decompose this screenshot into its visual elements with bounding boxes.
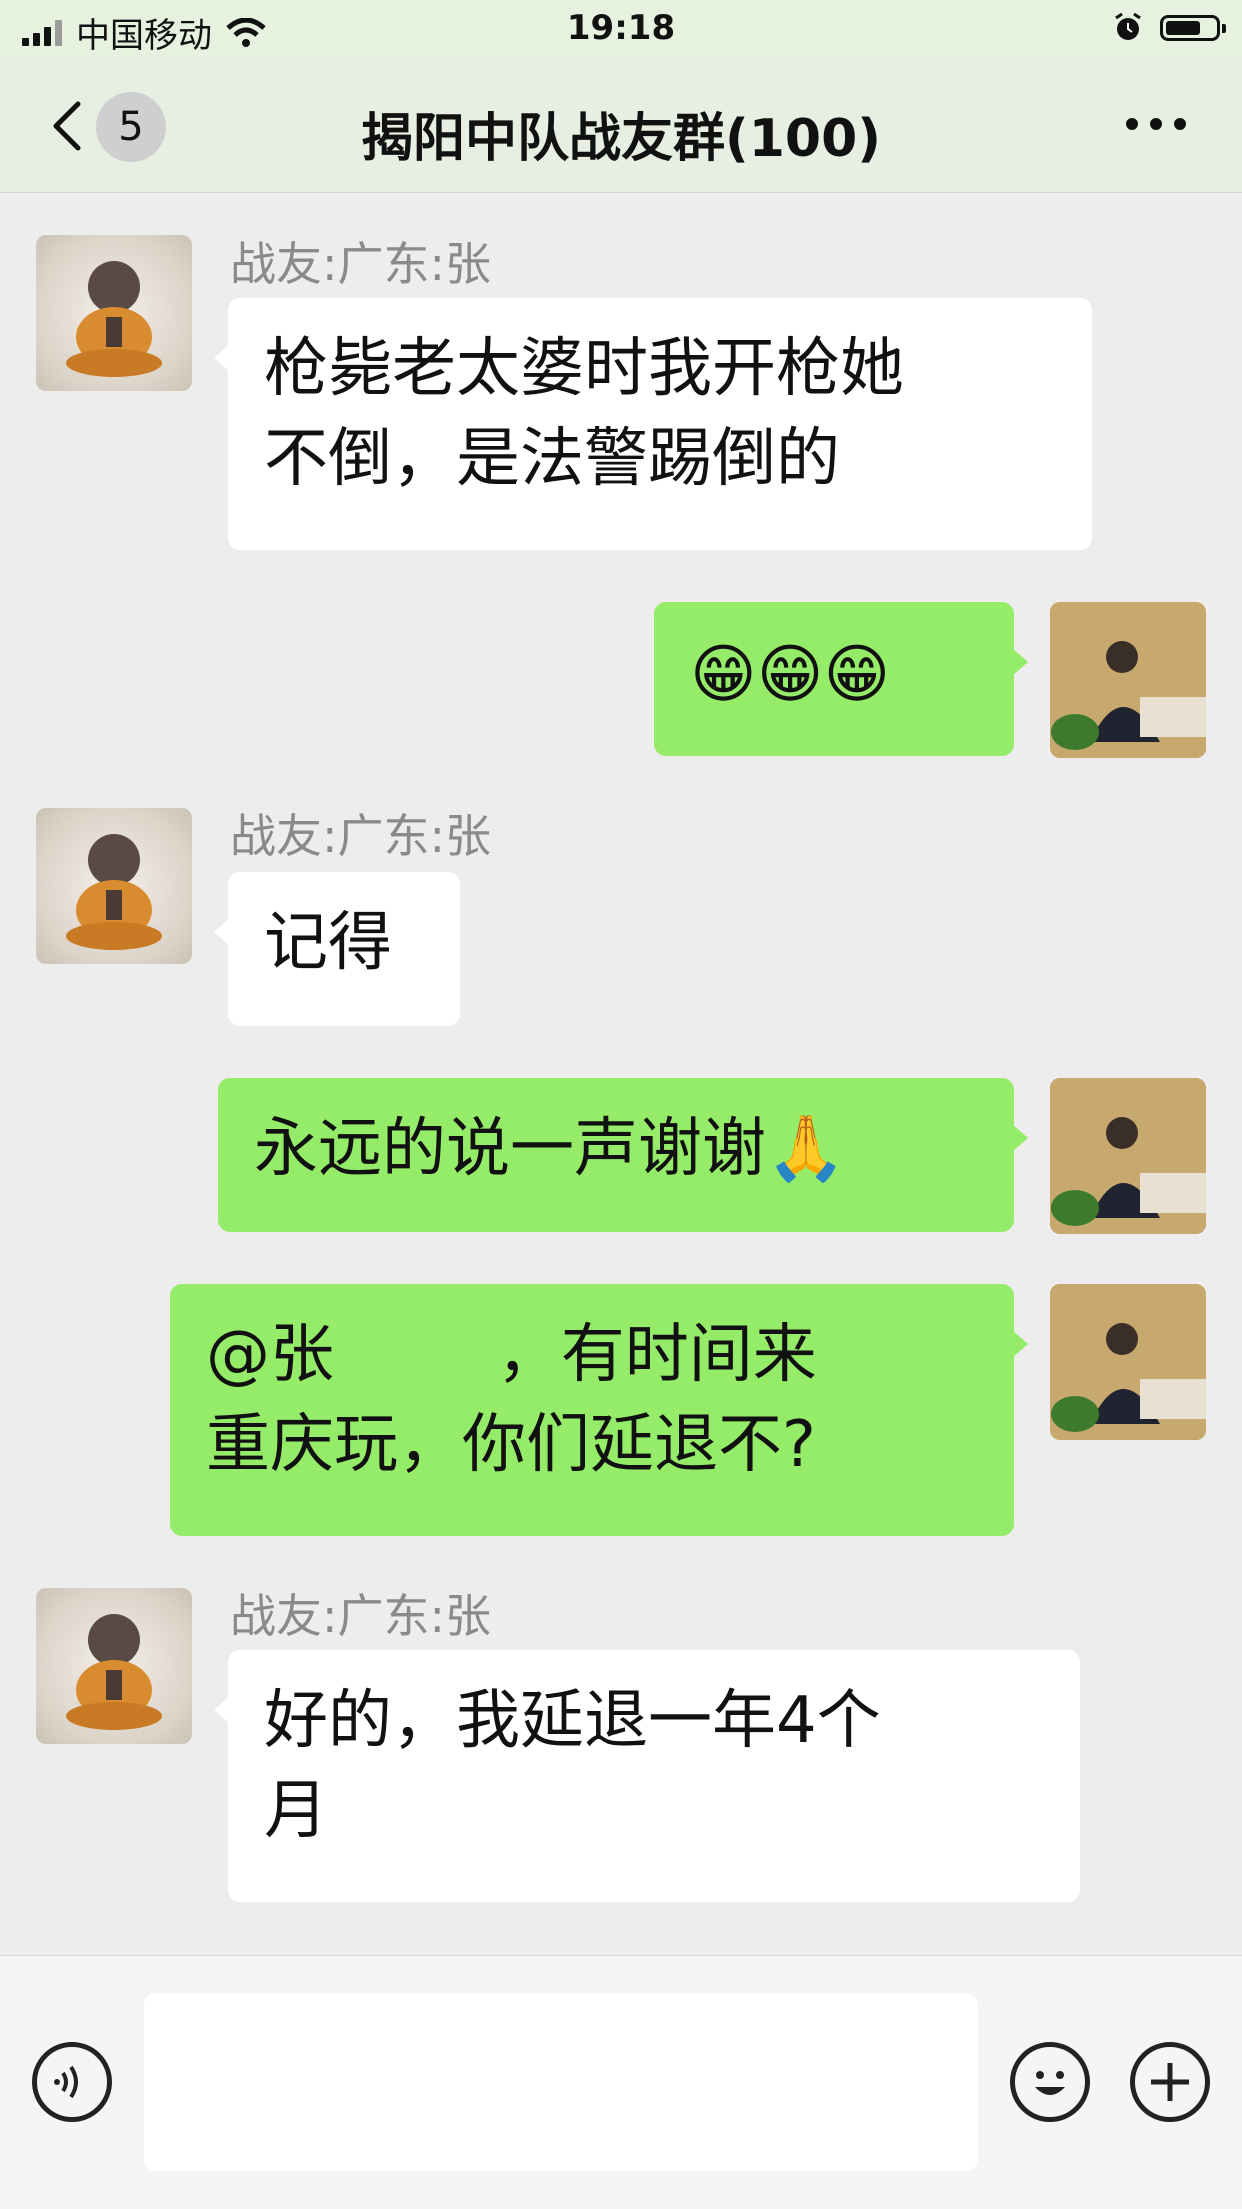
chat-title: 揭阳中队战友群(100) bbox=[360, 109, 882, 169]
voice-input-icon[interactable] bbox=[32, 2042, 112, 2122]
chat-input-bar bbox=[0, 1955, 1242, 2209]
officer-photo-image bbox=[1050, 602, 1206, 758]
chat-header: 5 揭阳中队战友群(100) bbox=[0, 62, 1242, 193]
message-bubble[interactable]: 永远的说一声谢谢🙏 bbox=[218, 1078, 1028, 1232]
message-bubble[interactable]: 好的，我延退一年4个 月 bbox=[214, 1650, 1080, 1902]
message-bubble[interactable]: 枪毙老太婆时我开枪她 不倒，是法警踢倒的 bbox=[214, 298, 1092, 550]
status-time: 19:18 bbox=[566, 8, 676, 48]
alarm-icon bbox=[1115, 12, 1141, 40]
message-bubble[interactable]: @张 ，有时间来 重庆玩，你们延退不? bbox=[170, 1284, 1028, 1536]
add-more-icon[interactable] bbox=[1130, 2042, 1210, 2122]
officer-photo-image bbox=[1050, 1284, 1206, 1440]
monk-figurine-image bbox=[66, 834, 162, 950]
message-input[interactable] bbox=[144, 1993, 978, 2171]
sender-name: 战友:广东:张 bbox=[230, 237, 491, 291]
message-bubble[interactable]: 记得 bbox=[214, 872, 460, 1026]
officer-photo-image bbox=[1050, 1078, 1206, 1234]
more-options-icon[interactable] bbox=[1126, 118, 1186, 130]
status-right bbox=[1112, 12, 1226, 44]
sender-avatar[interactable] bbox=[36, 235, 192, 391]
my-avatar[interactable] bbox=[1050, 1284, 1206, 1440]
monk-figurine-image bbox=[66, 1614, 162, 1730]
emoji-icon[interactable] bbox=[1010, 2042, 1090, 2122]
sender-name: 战友:广东:张 bbox=[230, 809, 491, 863]
sender-avatar[interactable] bbox=[36, 1588, 192, 1744]
battery-icon bbox=[1160, 15, 1226, 41]
status-bar: 中国移动 19:18 bbox=[0, 0, 1242, 62]
message-bubble[interactable]: 😁😁😁 bbox=[654, 602, 1028, 756]
monk-figurine-image bbox=[66, 261, 162, 377]
my-avatar[interactable] bbox=[1050, 602, 1206, 758]
sender-name: 战友:广东:张 bbox=[230, 1589, 491, 1643]
sender-avatar[interactable] bbox=[36, 808, 192, 964]
my-avatar[interactable] bbox=[1050, 1078, 1206, 1234]
